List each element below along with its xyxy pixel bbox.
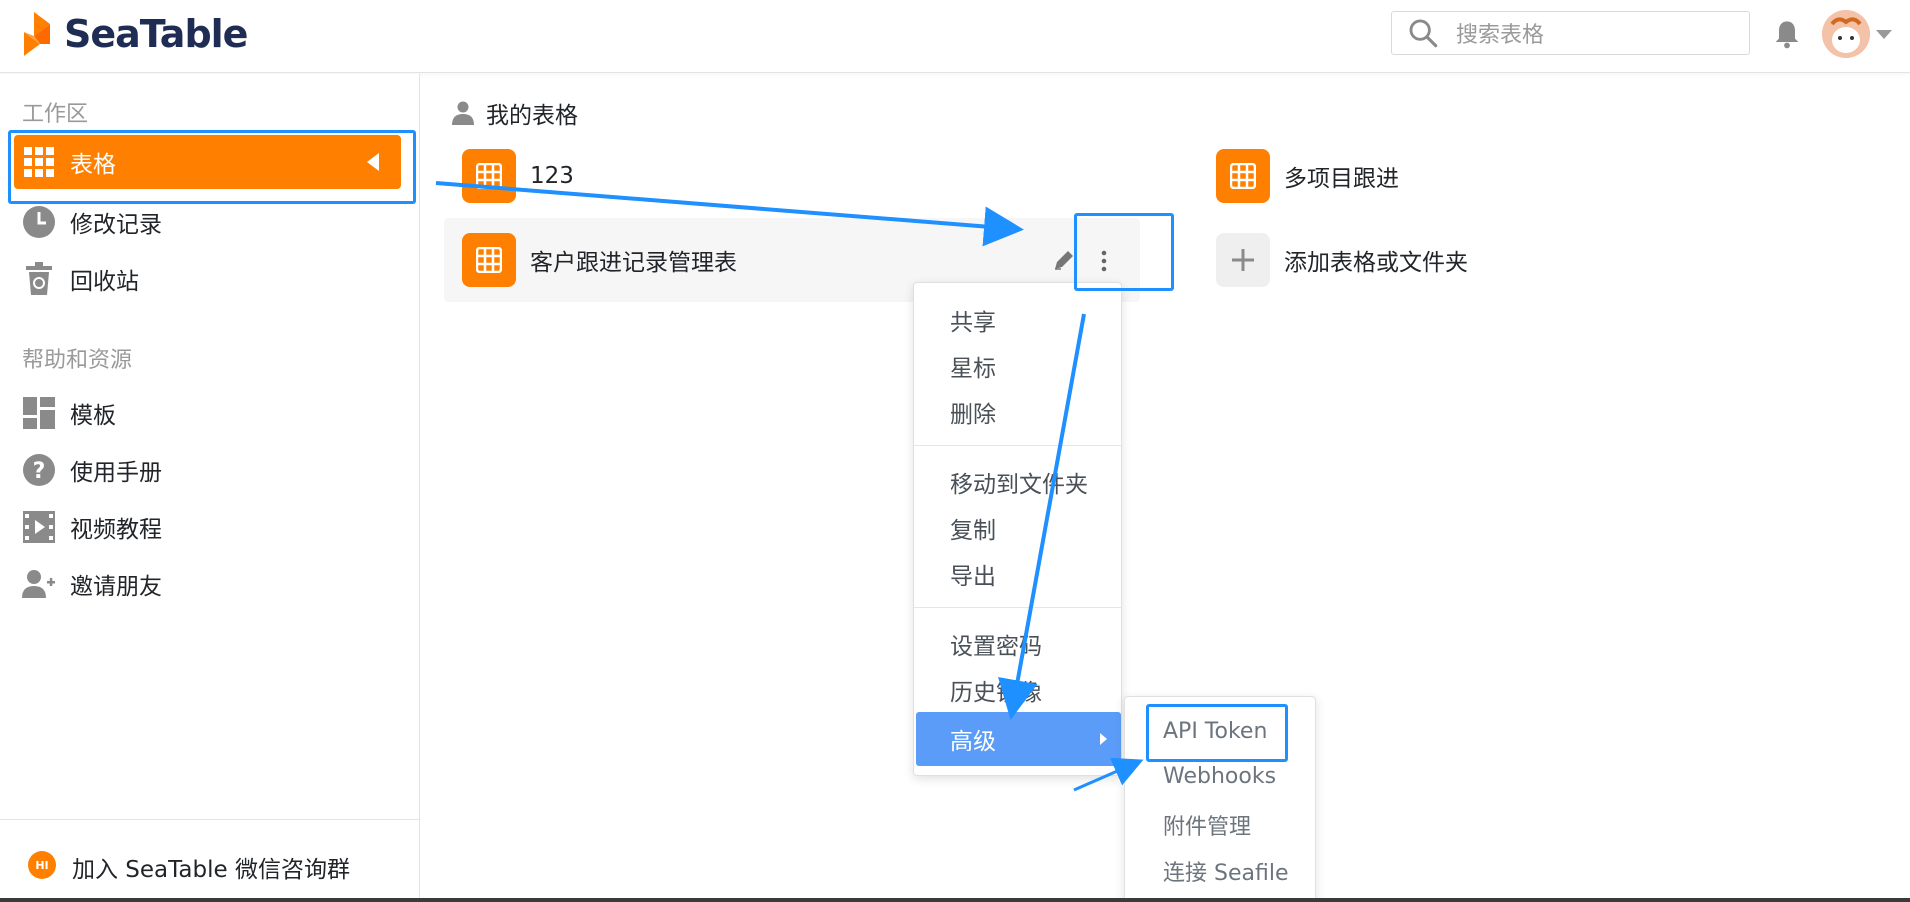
sidebar-item-label: 修改记录	[70, 212, 162, 238]
search-icon	[1409, 19, 1438, 48]
help-title: 帮助和资源	[22, 348, 133, 373]
sidebar-item-label: 视频教程	[70, 517, 162, 543]
clock-icon	[22, 205, 56, 239]
wechat-group-link[interactable]: HI 加入 SeaTable 微信咨询群	[0, 819, 420, 902]
menu-item-star[interactable]: 星标	[950, 349, 996, 383]
seatable-logo[interactable]: SeaTable	[20, 10, 248, 58]
search-placeholder: 搜索表格	[1456, 23, 1545, 48]
add-table-button[interactable]: 添加表格或文件夹	[1216, 218, 1468, 302]
sidebar-item-invite[interactable]: 邀请朋友	[14, 557, 401, 611]
logo-text: SeaTable	[64, 12, 248, 56]
table-name: 多项目跟进	[1284, 166, 1399, 192]
sidebar-item-label: 回收站	[70, 269, 139, 295]
screen-bottom-edge	[0, 898, 1910, 902]
top-header: SeaTable 搜索表格	[0, 0, 1910, 73]
annotation-highlight-api-token	[1146, 704, 1288, 762]
menu-item-copy[interactable]: 复制	[950, 511, 996, 545]
notification-button[interactable]	[1773, 18, 1801, 54]
sidebar-item-trash[interactable]: 回收站	[14, 252, 401, 306]
video-icon	[22, 510, 56, 544]
menu-item-share[interactable]: 共享	[950, 303, 996, 337]
pencil-icon	[1055, 251, 1073, 270]
search-input[interactable]: 搜索表格	[1391, 11, 1750, 55]
sidebar-item-manual[interactable]: ? 使用手册	[14, 443, 401, 497]
trash-icon	[22, 262, 56, 296]
menu-item-delete[interactable]: 删除	[950, 395, 996, 429]
chevron-right-icon	[1100, 733, 1107, 745]
table-context-menu: 共享 星标 删除 移动到文件夹 复制 导出 设置密码 历史镜像 高级	[913, 282, 1122, 776]
menu-divider	[914, 607, 1121, 608]
table-card-123[interactable]: 123	[462, 134, 574, 218]
table-name: 客户跟进记录管理表	[530, 250, 737, 276]
page-title-label: 我的表格	[486, 103, 578, 129]
question-icon: ?	[22, 453, 56, 487]
menu-item-snapshots[interactable]: 历史镜像	[950, 673, 1042, 707]
hi-badge-icon: HI	[28, 851, 56, 879]
rename-button[interactable]	[1052, 248, 1076, 276]
menu-item-move-to-folder[interactable]: 移动到文件夹	[950, 465, 1088, 499]
svg-text:?: ?	[33, 459, 46, 484]
bell-icon	[1775, 21, 1799, 49]
table-icon	[1216, 149, 1270, 203]
sidebar-item-label: 模板	[70, 403, 116, 429]
sidebar-item-label: 邀请朋友	[70, 574, 162, 600]
submenu-item-webhooks[interactable]: Webhooks	[1163, 764, 1276, 789]
sidebar-item-videos[interactable]: 视频教程	[14, 500, 401, 554]
menu-item-export[interactable]: 导出	[950, 557, 996, 591]
wechat-group-label: 加入 SeaTable 微信咨询群	[72, 857, 350, 883]
avatar-image-icon	[1822, 10, 1870, 58]
menu-item-advanced-label: 高级	[950, 729, 996, 755]
menu-item-set-password[interactable]: 设置密码	[950, 627, 1042, 661]
template-icon	[22, 396, 56, 430]
add-user-icon	[22, 567, 56, 601]
menu-item-advanced[interactable]: 高级	[916, 712, 1121, 766]
table-card-multi-project[interactable]: 多项目跟进	[1216, 134, 1399, 218]
plus-icon	[1216, 233, 1270, 287]
submenu-item-seafile[interactable]: 连接 Seafile	[1163, 855, 1288, 887]
menu-divider	[914, 445, 1121, 446]
sidebar-item-templates[interactable]: 模板	[14, 386, 401, 440]
table-name: 123	[530, 163, 574, 189]
annotation-highlight-more	[1074, 213, 1174, 291]
table-card-customer-followup[interactable]: 客户跟进记录管理表	[462, 218, 737, 302]
seatable-logo-icon	[24, 12, 50, 56]
avatar[interactable]	[1822, 10, 1870, 58]
chevron-down-icon[interactable]	[1876, 30, 1892, 39]
page-title: 我的表格	[452, 96, 578, 130]
add-table-label: 添加表格或文件夹	[1284, 250, 1468, 276]
sidebar-item-label: 使用手册	[70, 460, 162, 486]
workspace-title: 工作区	[22, 102, 89, 127]
table-icon	[462, 233, 516, 287]
user-icon	[452, 101, 474, 125]
submenu-item-attachments[interactable]: 附件管理	[1163, 809, 1251, 841]
table-icon	[462, 149, 516, 203]
annotation-highlight-tables	[8, 130, 416, 204]
